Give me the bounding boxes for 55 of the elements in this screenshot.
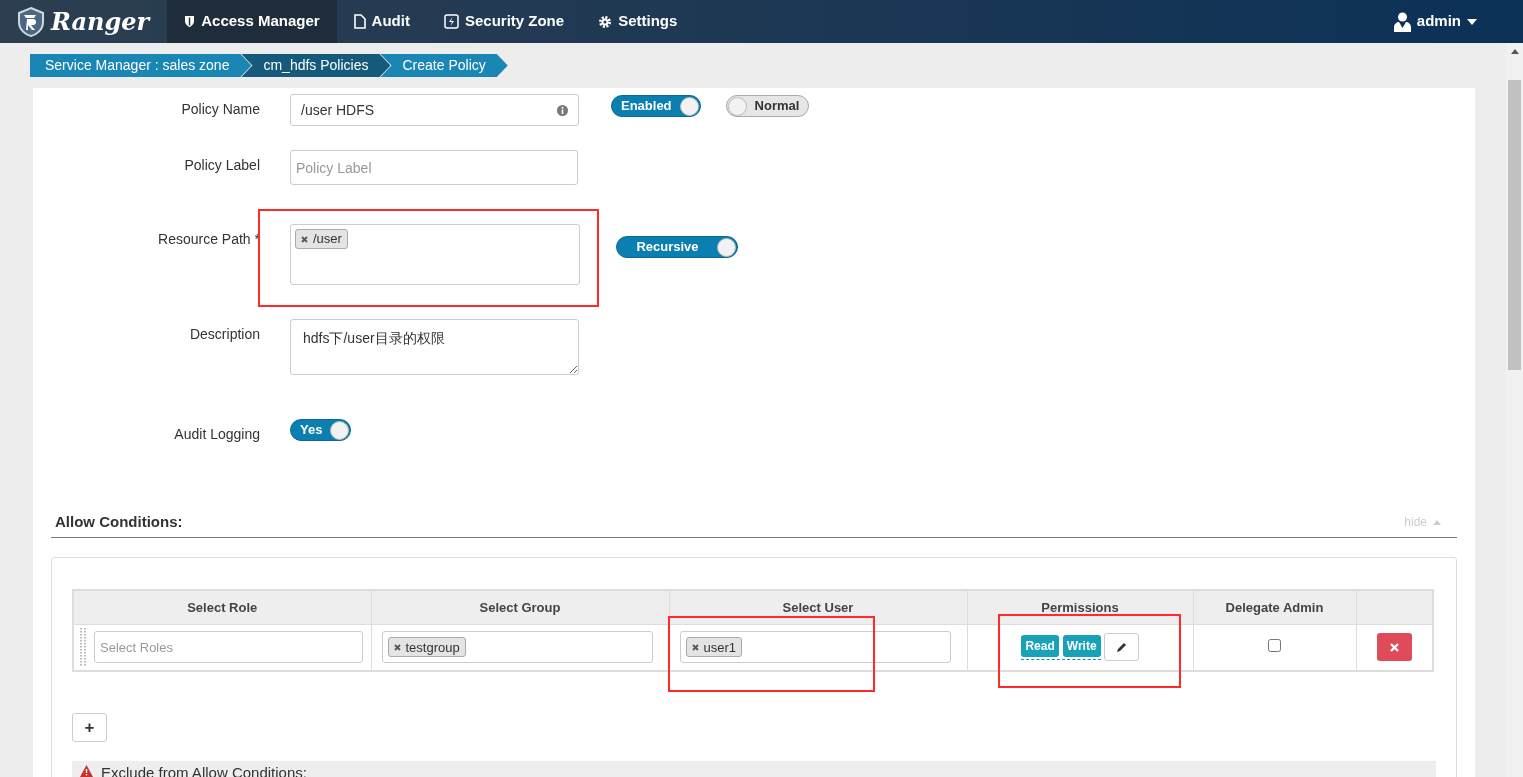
group-select-field[interactable]: testgroup <box>381 631 653 664</box>
nav-tab[interactable]: Settings <box>581 0 695 43</box>
toggle-switch[interactable]: Normal <box>725 95 810 117</box>
caret-icon <box>1467 18 1477 25</box>
field-label: Audit Logging <box>173 425 260 444</box>
nav-tab[interactable]: Security Zone <box>426 0 582 43</box>
selected-tag[interactable]: testgroup <box>387 637 466 658</box>
close-icon <box>1389 642 1399 652</box>
selected-tag[interactable]: user1 <box>685 637 743 658</box>
delete-row-button[interactable] <box>1376 633 1412 662</box>
document-icon <box>353 14 366 29</box>
user-select-field[interactable]: user1 <box>679 631 951 664</box>
toggle-switch[interactable]: Recursive <box>616 236 738 258</box>
info-icon <box>557 104 568 116</box>
pencil-icon <box>1115 641 1127 653</box>
user-icon <box>1393 11 1411 32</box>
section-title: Allow Conditions: <box>55 512 183 532</box>
edit-button[interactable] <box>1103 633 1139 662</box>
remove-icon <box>691 643 699 651</box>
breadcrumb-link[interactable]: Create Policy <box>380 54 508 77</box>
caret-up-icon <box>1433 519 1441 525</box>
scroll-up-icon[interactable] <box>1510 49 1519 54</box>
drag-handle-icon[interactable] <box>80 628 86 667</box>
column-header: Select User <box>669 590 967 624</box>
role-select-field[interactable]: Select Roles <box>94 631 363 664</box>
selected-tag[interactable]: /user <box>295 229 348 249</box>
resource-path-field[interactable]: /user <box>290 224 580 285</box>
brand-name[interactable]: Ranger <box>51 3 150 40</box>
nav-tab[interactable]: Audit <box>336 0 427 43</box>
user-menu[interactable]: admin <box>1393 10 1477 33</box>
delegate-admin-checkbox[interactable] <box>1268 638 1281 652</box>
description-field[interactable]: hdfs下/user目录的权限 <box>290 319 579 375</box>
add-row-button[interactable]: + <box>72 713 107 742</box>
toggle-switch[interactable]: Yes <box>290 419 352 441</box>
policy-name-field[interactable]: /user HDFS <box>290 94 579 126</box>
remove-icon <box>301 235 308 243</box>
column-header: Select Role <box>73 590 371 624</box>
scrollbar[interactable] <box>1506 43 1523 777</box>
shield-icon <box>184 15 196 28</box>
ranger-logo-icon <box>15 5 47 38</box>
field-label: Description <box>188 325 260 344</box>
remove-icon <box>393 643 401 651</box>
settings-icon <box>598 14 613 29</box>
lightning-icon <box>443 14 459 29</box>
toggle-switch[interactable]: Enabled <box>611 95 701 117</box>
nav-tab[interactable]: Access Manager <box>167 0 337 43</box>
policy-label-field[interactable]: Policy Label <box>290 150 578 185</box>
field-label: Policy Label <box>183 156 260 175</box>
field-label: Policy Name <box>180 100 260 119</box>
breadcrumb-link[interactable]: cm_hdfs Policies <box>241 54 391 77</box>
column-header: Permissions <box>967 590 1193 624</box>
column-header: Select Group <box>371 590 669 624</box>
warning-icon <box>80 765 93 777</box>
breadcrumb-link[interactable]: Service Manager : sales zone <box>30 54 252 77</box>
column-header: Delegate Admin <box>1193 590 1356 624</box>
